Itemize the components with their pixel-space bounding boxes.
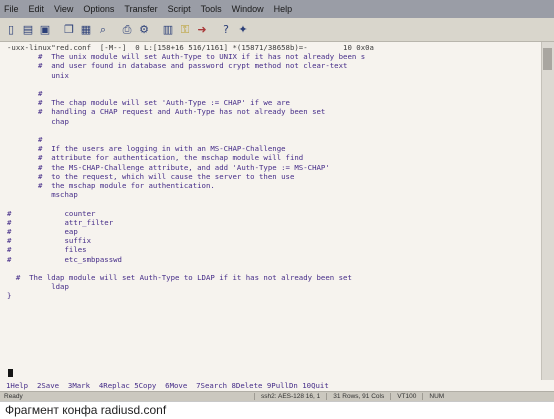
menu-window[interactable]: Window [232, 4, 264, 14]
session-icon[interactable]: ▥ [161, 23, 175, 37]
menu-tools[interactable]: Tools [201, 4, 222, 14]
scrollbar-thumb[interactable] [543, 48, 552, 70]
menu-bar: File Edit View Options Transfer Script Tools Wi… [0, 0, 554, 18]
find-icon[interactable]: ⌕ [96, 23, 110, 37]
status-bar: Ready ssh2: AES-128 16, 1 31 Rows, 91 Co… [0, 391, 554, 401]
menu-edit[interactable]: Edit [29, 4, 45, 14]
code-line: chap [7, 116, 69, 126]
status-connection: ssh2: AES-128 16, 1 [254, 393, 326, 400]
status-emulation: VT100 [390, 393, 422, 400]
open-icon[interactable]: ▤ [21, 23, 35, 37]
code-line: # The chap module will set 'Auth-Type :=… [7, 98, 290, 108]
menu-view[interactable]: View [54, 4, 73, 14]
editor-header-line: -uxx-linux"red.conf [-M--] 0 L:[158+16 5… [7, 43, 374, 52]
terminal-window: File Edit View Options Transfer Script Tools Wi… [0, 0, 554, 418]
function-keys-text: 1Help 2Save 3Mark 4Replac 5Copy 6Move 7S… [6, 381, 329, 390]
code-line: mschap [7, 190, 78, 200]
menu-file[interactable]: File [4, 4, 19, 14]
figure-caption: Фрагмент конфа radiusd.conf [0, 401, 554, 418]
function-key-bar: 1Help 2Save 3Mark 4Replac 5Copy 6Move 7S… [0, 380, 554, 391]
code-line: # to the request, which will cause the s… [7, 171, 295, 181]
code-line: # attr_filter [7, 217, 114, 227]
help-icon[interactable]: ? [219, 23, 233, 37]
code-line: ldap [7, 282, 69, 292]
code-line: unix [7, 70, 69, 80]
status-numlock: NUM [422, 393, 450, 400]
code-line: } [7, 291, 12, 301]
code-line: # the mschap module for authentication. [7, 181, 215, 191]
code-line: # etc_smbpasswd [7, 254, 122, 264]
code-line: # attribute for authentication, the msch… [7, 153, 304, 163]
code-line: # the MS-CHAP-Challenge attribute, and a… [7, 162, 330, 172]
code-line: # eap [7, 227, 78, 237]
code-line: # [7, 135, 43, 145]
new-icon[interactable]: ▯ [4, 23, 18, 37]
code-line: # files [7, 245, 87, 255]
arrow-icon[interactable]: ➜ [195, 23, 209, 37]
code-line: # counter [7, 208, 96, 218]
menu-help[interactable]: Help [274, 4, 293, 14]
key-icon[interactable]: ⚿ [178, 23, 192, 37]
config-text: -uxx-linux"red.conf [-M--] 0 L:[158+16 5… [0, 42, 554, 301]
code-line: # The unix module will set Auth-Type to … [7, 52, 366, 62]
code-line: # suffix [7, 236, 92, 246]
code-line: # [7, 89, 43, 99]
status-ready: Ready [4, 393, 23, 400]
terminal-editor[interactable]: -uxx-linux"red.conf [-M--] 0 L:[158+16 5… [0, 42, 554, 380]
menu-transfer[interactable]: Transfer [124, 4, 157, 14]
copy-icon[interactable]: ❐ [62, 23, 76, 37]
toolbar-separator [113, 23, 117, 37]
options-icon[interactable]: ⚙ [137, 23, 151, 37]
menu-script[interactable]: Script [168, 4, 191, 14]
toolbar-separator [55, 23, 59, 37]
toolbar: ▯ ▤ ▣ ❐ ▦ ⌕ ⎙ ⚙ ▥ ⚿ ➜? ✦ [0, 18, 554, 42]
status-size: 31 Rows, 91 Cols [326, 393, 390, 400]
print-icon[interactable]: ⎙ [120, 23, 134, 37]
paste-icon[interactable]: ▦ [79, 23, 93, 37]
code-line: # The ldap module will set Auth-Type to … [7, 273, 352, 283]
vertical-scrollbar[interactable] [541, 42, 554, 380]
code-line: # and user found in database and passwor… [7, 61, 348, 71]
code-line: # handling a CHAP request and Auth-Type … [7, 107, 326, 117]
text-cursor [8, 369, 13, 377]
toolbar-separator [212, 23, 216, 37]
menu-options[interactable]: Options [83, 4, 114, 14]
save-icon[interactable]: ▣ [38, 23, 52, 37]
about-icon[interactable]: ✦ [236, 23, 250, 37]
code-line: # If the users are logging in with an MS… [7, 144, 286, 154]
toolbar-separator [154, 23, 158, 37]
